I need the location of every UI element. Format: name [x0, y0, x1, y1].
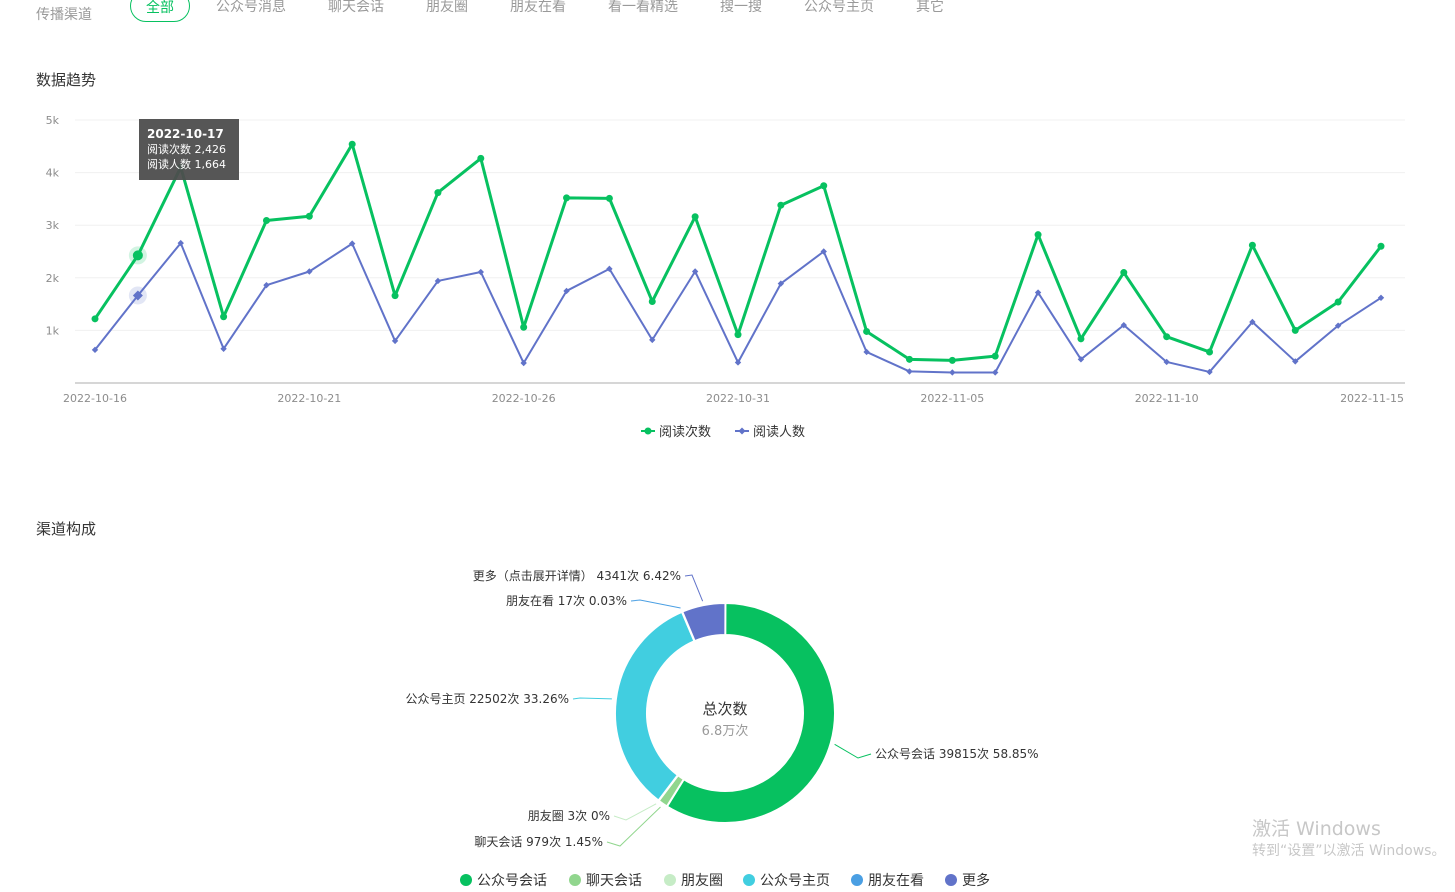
data-point-readers	[906, 368, 913, 375]
data-point-reads	[434, 189, 442, 197]
legend-label-2: 朋友圈	[681, 873, 723, 889]
line-legend: 阅读次数 阅读人数	[641, 424, 805, 440]
data-point-reads	[991, 352, 999, 360]
x-tick-label: 2022-10-16	[63, 392, 127, 405]
legend-dot-4	[851, 874, 863, 886]
data-point-reads	[1163, 333, 1171, 341]
slice-label: 聊天会话 979次 1.45%	[474, 835, 603, 849]
slice-label: 朋友圈 3次 0%	[528, 809, 610, 823]
data-point-reads	[91, 315, 99, 323]
series-line-readers	[94, 242, 1382, 374]
legend-label-readers: 阅读人数	[753, 425, 805, 440]
data-point-reads	[563, 194, 571, 202]
data-point-reads	[734, 331, 742, 339]
x-tick-label: 2022-11-05	[920, 392, 984, 405]
data-point-readers	[477, 268, 484, 276]
data-point-reads	[648, 297, 656, 305]
slice-label-line	[834, 743, 872, 759]
series-line-reads	[93, 142, 1383, 362]
data-point-reads	[132, 250, 143, 261]
data-point-readers	[949, 369, 956, 376]
data-point-reads	[691, 213, 699, 221]
slice-label-line	[572, 697, 612, 700]
hover-tooltip: 2022-10-17阅读次数 2,426阅读人数 1,664	[139, 119, 239, 180]
legend-label-5: 更多	[962, 872, 990, 889]
data-point-reads	[1120, 269, 1128, 277]
tooltip-readers: 阅读人数 1,664	[147, 157, 226, 171]
data-point-reads	[1034, 231, 1042, 239]
data-point-reads	[777, 201, 785, 209]
data-point-reads	[391, 292, 399, 300]
slice-label-line	[606, 806, 661, 847]
data-point-reads	[1334, 298, 1342, 306]
legend-dot-0	[460, 874, 472, 886]
legend-dot-3	[743, 874, 755, 886]
y-tick-label: 1k	[46, 324, 60, 337]
data-point-reads	[1377, 242, 1385, 250]
tooltip-reads: 阅读次数 2,426	[147, 142, 226, 156]
data-point-reads	[905, 355, 913, 363]
y-tick-label: 2k	[46, 272, 60, 285]
legend-dot-1	[569, 874, 581, 886]
data-point-reads	[1077, 335, 1085, 343]
legend-dot-2	[664, 874, 676, 886]
y-tick-label: 5k	[46, 114, 60, 127]
legend-label-0: 公众号会话	[477, 873, 547, 889]
data-point-reads	[262, 216, 270, 224]
windows-watermark-title: 激活 Windows	[1252, 818, 1381, 840]
data-point-reads	[1206, 348, 1214, 356]
data-point-reads	[605, 194, 613, 202]
x-tick-label: 2022-10-26	[492, 392, 556, 405]
data-point-reads	[220, 313, 228, 321]
donut-center-value: 6.8万次	[702, 723, 749, 739]
donut-center-title: 总次数	[702, 700, 747, 718]
slice-label: 公众号主页 22502次 33.26%	[405, 692, 569, 706]
legend-label-3: 公众号主页	[760, 873, 830, 889]
legend-label-reads: 阅读次数	[659, 424, 711, 440]
data-point-reads	[305, 212, 313, 220]
data-point-reads	[477, 154, 485, 162]
slice-label-line	[630, 599, 681, 609]
x-tick-label: 2022-10-21	[277, 392, 341, 405]
legend-dot-5	[945, 874, 957, 886]
slice-label: 更多（点击展开详情） 4341次 6.42%	[473, 568, 681, 583]
legend-label-1: 聊天会话	[586, 873, 642, 889]
slice-label: 公众号会话 39815次 58.85%	[875, 747, 1039, 761]
x-tick-label: 2022-10-31	[706, 392, 770, 405]
data-point-reads	[348, 140, 356, 148]
trend-line-chart: 1k 2k 3k 4k 5k 2022-10-16 2022-10-21 2022-10-26…	[46, 114, 1405, 440]
data-point-reads	[820, 182, 828, 190]
data-point-reads	[948, 356, 956, 364]
windows-watermark-subtitle: 转到“设置”以激活 Windows。	[1252, 843, 1446, 859]
tooltip-date: 2022-10-17	[147, 127, 224, 141]
data-point-reads	[1248, 241, 1256, 249]
data-point-readers	[863, 348, 870, 356]
slice-label-line	[684, 574, 704, 602]
x-tick-label: 2022-11-10	[1135, 392, 1199, 405]
x-tick-label: 2022-11-15	[1340, 392, 1404, 405]
data-point-reads	[1291, 326, 1299, 334]
slice-label: 朋友在看 17次 0.03%	[506, 594, 627, 608]
y-tick-label: 4k	[46, 167, 60, 180]
y-tick-label: 3k	[46, 219, 60, 232]
legend-dot-reads	[644, 427, 652, 435]
data-point-reads	[520, 323, 528, 331]
donut-slice-3	[614, 610, 696, 802]
channel-donut-chart: 公众号会话 39815次 58.85% 聊天会话 979次 1.45% 朋友圈 3次…	[405, 568, 1039, 889]
legend-dot-readers	[738, 427, 746, 435]
data-point-reads	[863, 327, 871, 335]
legend-label-4: 朋友在看	[868, 873, 924, 889]
